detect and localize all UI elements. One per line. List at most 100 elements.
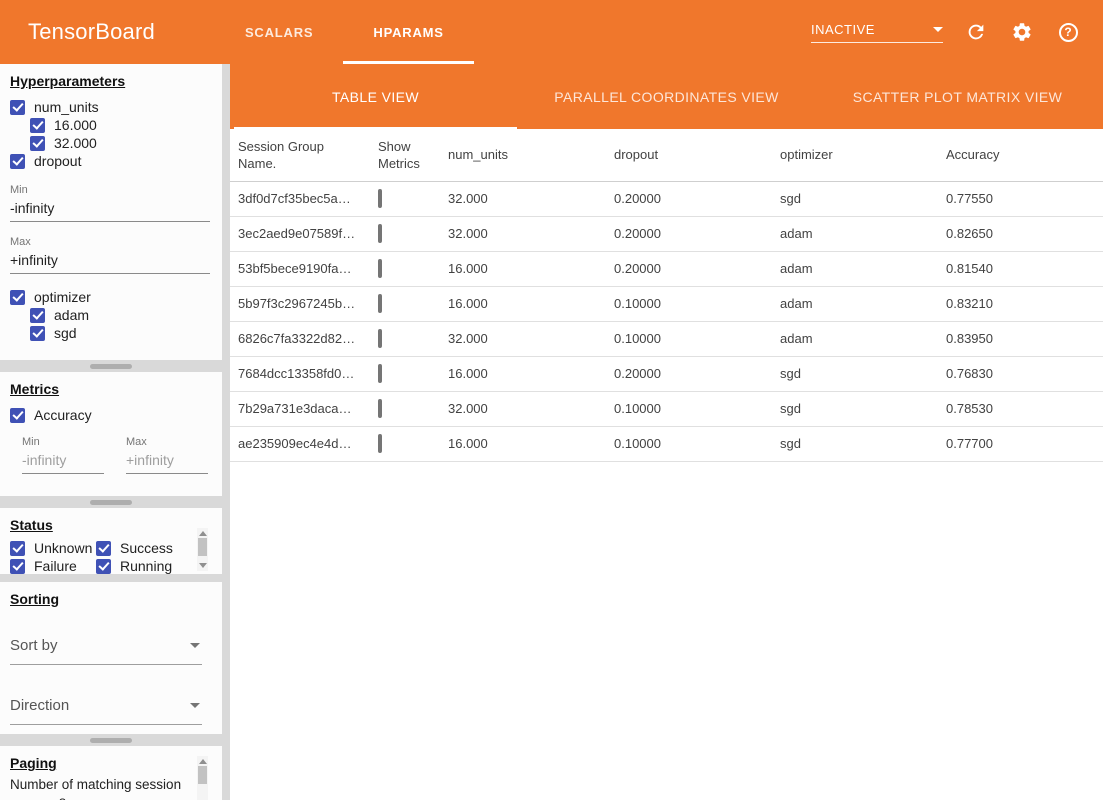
tab-parallel-coordinates-view[interactable]: PARALLEL COORDINATES VIEW bbox=[521, 64, 812, 129]
show-metrics-checkbox[interactable] bbox=[378, 224, 382, 243]
tab-scatter-plot-matrix-view[interactable]: SCATTER PLOT MATRIX VIEW bbox=[812, 64, 1103, 129]
column-header-dropout[interactable]: dropout bbox=[606, 129, 772, 181]
cell-num-units: 16.000 bbox=[440, 426, 606, 461]
run-status-value: INACTIVE bbox=[811, 22, 875, 37]
session-group-name: 5b97f3c2967245b… bbox=[230, 286, 370, 321]
hparam-optimizer-option: sgd bbox=[30, 324, 222, 342]
scrollbar-thumb[interactable] bbox=[198, 766, 207, 784]
optimizer-label: optimizer bbox=[34, 289, 91, 305]
optimizer-checkbox[interactable] bbox=[10, 290, 25, 305]
column-header-accuracy[interactable]: Accuracy bbox=[938, 129, 1103, 181]
sort-by-value: Sort by bbox=[10, 637, 58, 654]
metric-accuracy: Accuracy bbox=[10, 406, 222, 424]
session-group-name: 53bf5bece9190fa… bbox=[230, 251, 370, 286]
hparam-num-units-option: 16.000 bbox=[30, 116, 222, 134]
accuracy-checkbox[interactable] bbox=[10, 408, 25, 423]
metric-min-input[interactable] bbox=[22, 450, 104, 474]
cell-num-units: 16.000 bbox=[440, 286, 606, 321]
show-metrics-checkbox[interactable] bbox=[378, 259, 382, 278]
column-header-session-group-name[interactable]: Session Group Name. bbox=[230, 129, 370, 181]
cell-optimizer: adam bbox=[772, 286, 938, 321]
hyperparameters-heading: Hyperparameters bbox=[10, 73, 222, 89]
cell-accuracy: 0.83210 bbox=[938, 286, 1103, 321]
status-failure-checkbox[interactable] bbox=[10, 559, 25, 574]
cell-accuracy: 0.81540 bbox=[938, 251, 1103, 286]
panel-divider bbox=[0, 360, 222, 372]
cell-dropout: 0.20000 bbox=[606, 181, 772, 216]
tab-scalars[interactable]: SCALARS bbox=[215, 0, 343, 64]
show-metrics-checkbox[interactable] bbox=[378, 189, 382, 208]
cell-accuracy: 0.77700 bbox=[938, 426, 1103, 461]
chevron-down-icon bbox=[190, 643, 200, 648]
gear-icon[interactable] bbox=[1009, 19, 1035, 45]
show-metrics-checkbox[interactable] bbox=[378, 294, 382, 313]
top-bar: TensorBoard SCALARS HPARAMS INACTIVE ? bbox=[0, 0, 1103, 64]
status-success-label: Success bbox=[120, 540, 173, 556]
dropout-checkbox[interactable] bbox=[10, 154, 25, 169]
status-option: Unknown bbox=[10, 539, 96, 557]
help-icon[interactable]: ? bbox=[1055, 19, 1081, 45]
chevron-down-icon bbox=[933, 27, 943, 32]
num-units-32-checkbox[interactable] bbox=[30, 136, 45, 151]
scroll-up-icon[interactable] bbox=[199, 531, 207, 536]
panel-resize-handle[interactable] bbox=[90, 738, 132, 743]
app-title: TensorBoard bbox=[28, 19, 155, 45]
tab-table-view[interactable]: TABLE VIEW bbox=[230, 64, 521, 129]
panel-divider bbox=[0, 574, 222, 582]
status-success-checkbox[interactable] bbox=[96, 541, 111, 556]
dropout-max-input[interactable] bbox=[10, 250, 210, 274]
optimizer-sgd-label: sgd bbox=[54, 325, 77, 341]
cell-optimizer: sgd bbox=[772, 391, 938, 426]
scroll-down-icon[interactable] bbox=[199, 563, 207, 568]
status-options: Unknown Success Failure Running bbox=[10, 539, 222, 574]
status-option: Running bbox=[96, 557, 196, 574]
refresh-icon[interactable] bbox=[963, 19, 989, 45]
cell-accuracy: 0.76830 bbox=[938, 356, 1103, 391]
session-group-name: 3ec2aed9e07589f… bbox=[230, 216, 370, 251]
status-running-checkbox[interactable] bbox=[96, 559, 111, 574]
column-header-show-metrics[interactable]: Show Metrics bbox=[370, 129, 440, 181]
show-metrics-checkbox[interactable] bbox=[378, 329, 382, 348]
show-metrics-checkbox[interactable] bbox=[378, 399, 382, 418]
metric-max-input[interactable] bbox=[126, 450, 208, 474]
paging-scrollbar[interactable] bbox=[197, 756, 208, 800]
status-unknown-label: Unknown bbox=[34, 540, 92, 556]
hparam-dropout: dropout bbox=[10, 152, 222, 170]
table-row: 3ec2aed9e07589f… 32.000 0.20000 adam 0.8… bbox=[230, 216, 1103, 251]
panel-resize-handle[interactable] bbox=[90, 364, 132, 369]
status-unknown-checkbox[interactable] bbox=[10, 541, 25, 556]
num-units-checkbox[interactable] bbox=[10, 100, 25, 115]
scroll-up-icon[interactable] bbox=[199, 759, 207, 764]
chevron-down-icon bbox=[190, 703, 200, 708]
cell-dropout: 0.20000 bbox=[606, 216, 772, 251]
dropout-min-input[interactable] bbox=[10, 198, 210, 222]
paging-panel: Paging Number of matching session groups… bbox=[0, 746, 222, 800]
panel-divider bbox=[0, 734, 222, 746]
show-metrics-checkbox[interactable] bbox=[378, 434, 382, 453]
scrollbar-thumb[interactable] bbox=[198, 538, 207, 556]
run-status-dropdown[interactable]: INACTIVE bbox=[811, 22, 943, 43]
status-scrollbar[interactable] bbox=[197, 528, 208, 571]
status-running-label: Running bbox=[120, 558, 172, 574]
cell-dropout: 0.10000 bbox=[606, 286, 772, 321]
metrics-panel: Metrics Accuracy Min Max bbox=[0, 372, 222, 496]
sort-by-select[interactable]: Sort by bbox=[10, 633, 202, 665]
column-header-optimizer[interactable]: optimizer bbox=[772, 129, 938, 181]
status-panel: Status Unknown Success Failure Running bbox=[0, 508, 222, 574]
sorting-heading: Sorting bbox=[10, 591, 222, 607]
metric-min-label: Min bbox=[22, 436, 104, 448]
hyperparameters-panel: Hyperparameters num_units 16.000 32.000 … bbox=[0, 64, 222, 360]
optimizer-sgd-checkbox[interactable] bbox=[30, 326, 45, 341]
num-units-16-checkbox[interactable] bbox=[30, 118, 45, 133]
sidebar: Hyperparameters num_units 16.000 32.000 … bbox=[0, 64, 230, 800]
column-header-num-units[interactable]: num_units bbox=[440, 129, 606, 181]
session-group-name: ae235909ec4e4d… bbox=[230, 426, 370, 461]
view-tabs: TABLE VIEW PARALLEL COORDINATES VIEW SCA… bbox=[230, 64, 1103, 129]
tab-hparams[interactable]: HPARAMS bbox=[343, 0, 473, 64]
table-row: ae235909ec4e4d… 16.000 0.10000 sgd 0.777… bbox=[230, 426, 1103, 461]
show-metrics-checkbox[interactable] bbox=[378, 364, 382, 383]
status-option: Success bbox=[96, 539, 196, 557]
optimizer-adam-checkbox[interactable] bbox=[30, 308, 45, 323]
panel-resize-handle[interactable] bbox=[90, 500, 132, 505]
direction-select[interactable]: Direction bbox=[10, 693, 202, 725]
